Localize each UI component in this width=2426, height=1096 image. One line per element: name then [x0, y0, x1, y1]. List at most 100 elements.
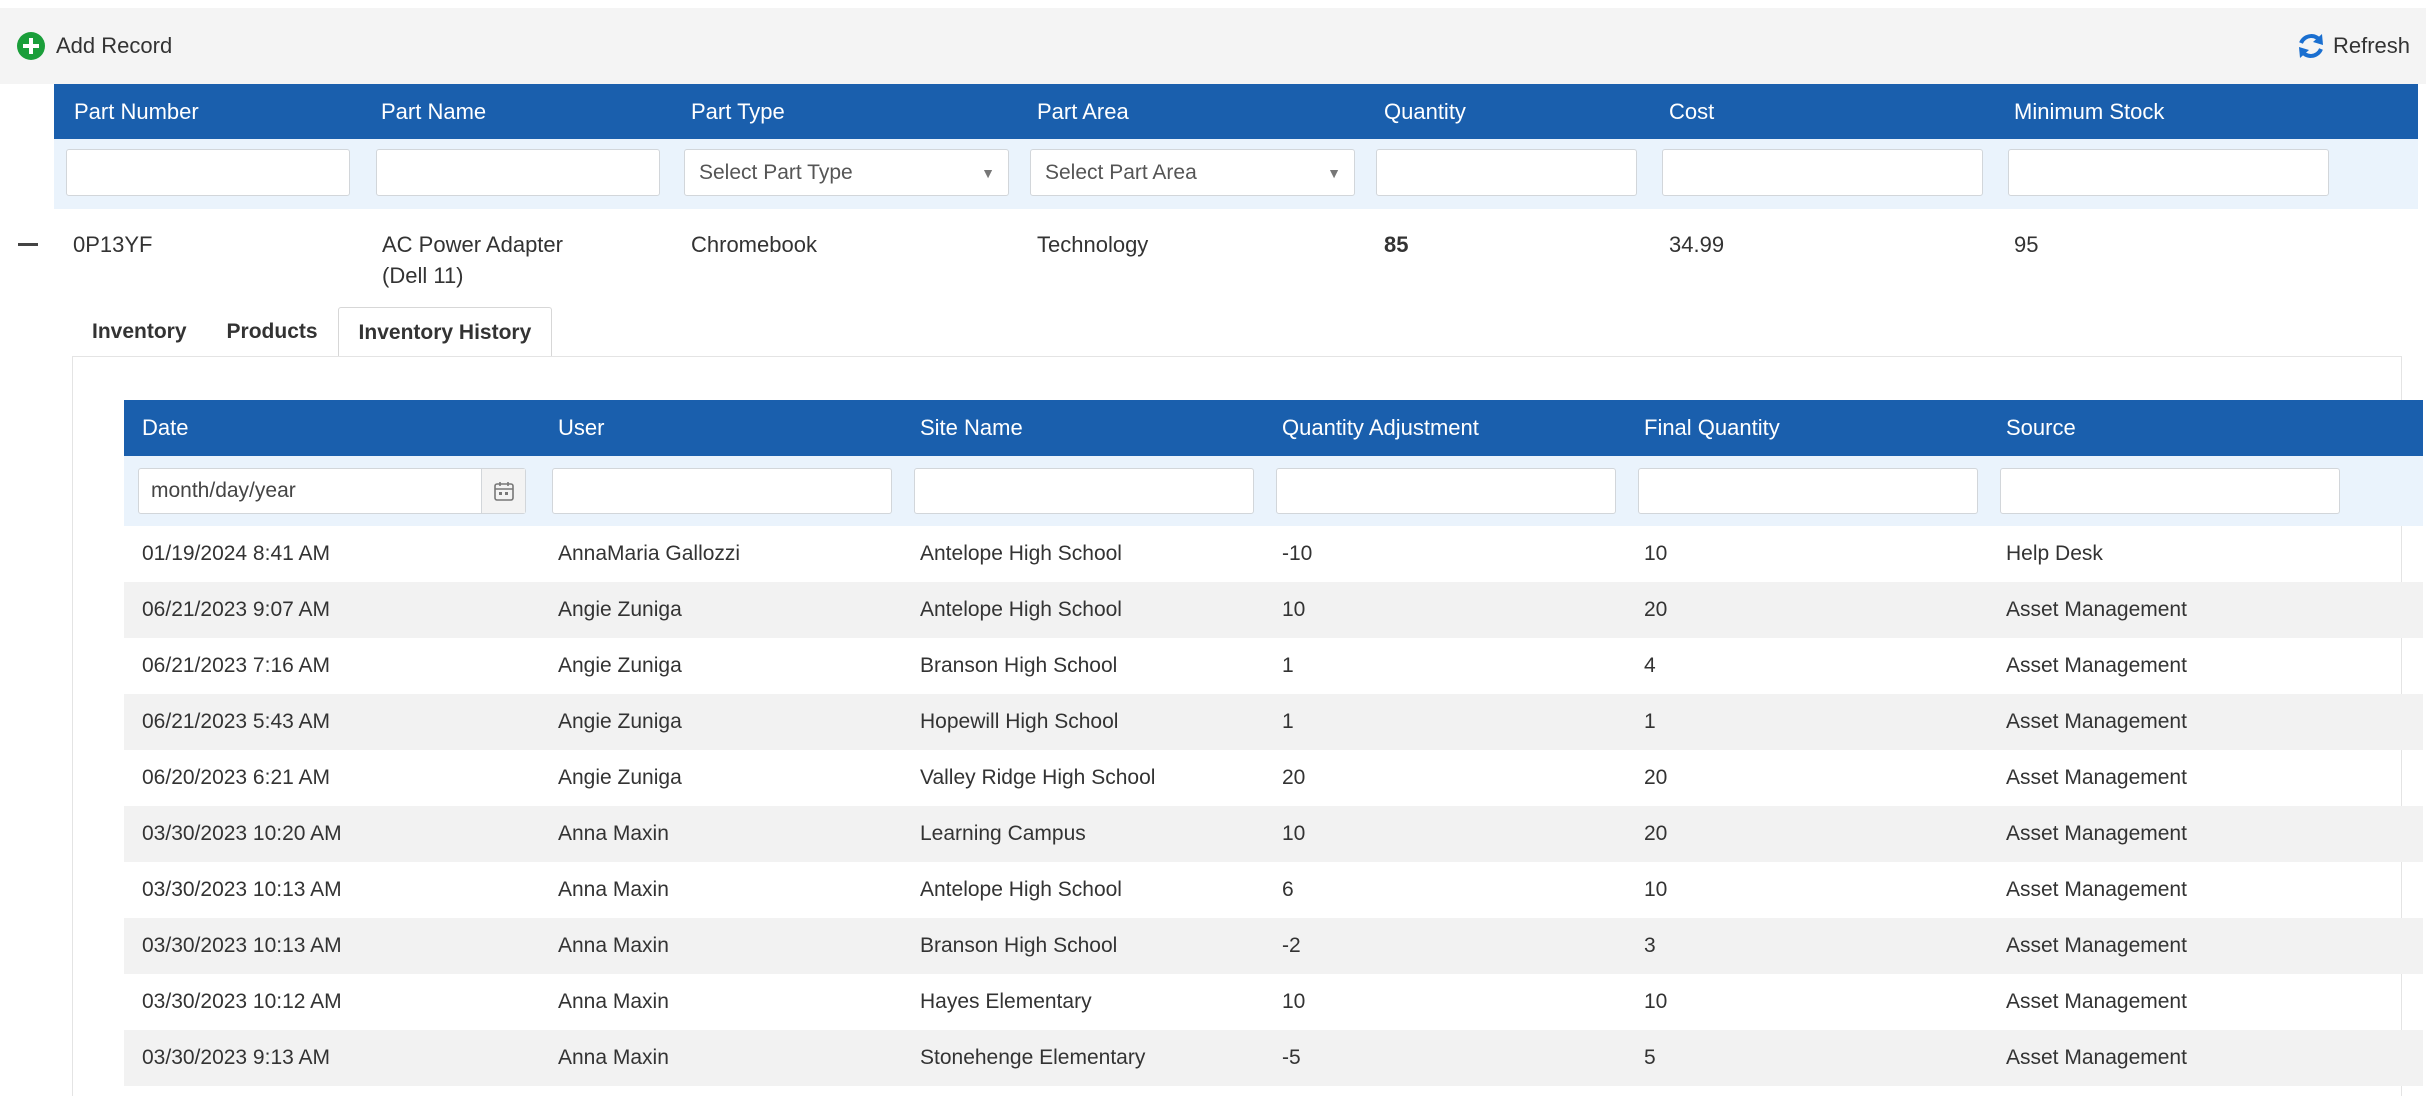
quantity-adjustment-filter[interactable] — [1276, 468, 1616, 514]
cost-filter[interactable] — [1662, 149, 1983, 196]
part-area-select[interactable]: Select Part Area ▼ — [1030, 149, 1355, 196]
parts-grid-header: Part Number Part Name Part Type Part Are… — [54, 84, 2418, 139]
final-quantity-cell: 20 — [1644, 766, 1668, 789]
site-name-cell: Branson High School — [920, 934, 1118, 957]
refresh-icon — [2295, 30, 2327, 62]
add-record-button[interactable]: Add Record — [16, 30, 172, 62]
source-cell: Asset Management — [2006, 822, 2187, 845]
final-quantity-cell: 10 — [1644, 542, 1668, 565]
table-row[interactable]: 06/21/2023 7:16 AM Angie Zuniga Branson Hi… — [124, 638, 2423, 694]
source-cell: Asset Management — [2006, 766, 2187, 789]
table-row[interactable]: 06/21/2023 5:43 AM Angie Zuniga Hopewill H… — [124, 694, 2423, 750]
quantity-adjustment-cell: 1 — [1282, 710, 1294, 733]
source-cell: Asset Management — [2006, 598, 2187, 621]
column-header-site-name[interactable]: Site Name — [920, 400, 1023, 456]
calendar-icon[interactable] — [481, 469, 525, 513]
column-header-user[interactable]: User — [558, 400, 604, 456]
date-cell: 06/21/2023 5:43 AM — [142, 710, 330, 733]
site-name-filter[interactable] — [914, 468, 1254, 514]
date-cell: 06/21/2023 9:07 AM — [142, 598, 330, 621]
minimum-stock-filter[interactable] — [2008, 149, 2329, 196]
site-name-cell: Branson High School — [920, 654, 1118, 677]
part-name-line2: (Dell 11) — [382, 263, 464, 288]
quantity-adjustment-cell: 20 — [1282, 766, 1306, 789]
date-cell: 01/19/2024 8:41 AM — [142, 542, 330, 565]
part-type-select-value: Select Part Type — [699, 160, 853, 184]
column-header-minimum-stock[interactable]: Minimum Stock — [2014, 84, 2164, 139]
user-cell: Anna Maxin — [558, 934, 669, 957]
refresh-button[interactable]: Refresh — [2295, 30, 2410, 62]
user-cell: Angie Zuniga — [558, 654, 682, 677]
table-row[interactable]: 03/30/2023 10:12 AM Anna Maxin Hayes Eleme… — [124, 974, 2423, 1030]
column-header-part-name[interactable]: Part Name — [381, 84, 486, 139]
table-row[interactable]: 01/19/2024 8:41 AM AnnaMaria Gallozzi Ante… — [124, 526, 2423, 582]
date-cell: 06/20/2023 6:21 AM — [142, 766, 330, 789]
source-filter[interactable] — [2000, 468, 2340, 514]
table-row[interactable]: 03/30/2023 9:13 AM Anna Maxin Stonehenge E… — [124, 1030, 2423, 1086]
site-name-cell: Stonehenge Elementary — [920, 1046, 1146, 1069]
plus-circle-icon — [16, 31, 46, 61]
user-cell: Angie Zuniga — [558, 598, 682, 621]
column-header-quantity[interactable]: Quantity — [1384, 84, 1466, 139]
detail-area: Inventory Products Inventory History Dat… — [72, 307, 2423, 1096]
date-cell: 03/30/2023 10:13 AM — [142, 878, 342, 901]
column-header-source[interactable]: Source — [2006, 400, 2076, 456]
table-row[interactable]: 03/30/2023 10:13 AM Anna Maxin Branson Hig… — [124, 918, 2423, 974]
source-cell: Help Desk — [2006, 542, 2103, 565]
user-cell: AnnaMaria Gallozzi — [558, 542, 741, 565]
tab-products[interactable]: Products — [207, 307, 338, 357]
table-row[interactable]: 03/30/2023 10:13 AM Anna Maxin Antelope Hi… — [124, 862, 2423, 918]
final-quantity-filter[interactable] — [1638, 468, 1978, 514]
final-quantity-cell: 10 — [1644, 990, 1668, 1013]
quantity-adjustment-cell: -2 — [1282, 934, 1301, 957]
user-filter[interactable] — [552, 468, 892, 514]
user-cell: Angie Zuniga — [558, 766, 682, 789]
table-row[interactable]: 03/30/2023 10:20 AM Anna Maxin Learning Ca… — [124, 806, 2423, 862]
quantity-adjustment-cell: -5 — [1282, 1046, 1301, 1069]
add-record-label: Add Record — [56, 33, 173, 58]
chevron-down-icon: ▼ — [981, 164, 995, 181]
parts-filter-row: Select Part Type ▼ Select Part Area ▼ — [54, 139, 2418, 209]
table-row[interactable]: 06/21/2023 9:07 AM Angie Zuniga Antelope H… — [124, 582, 2423, 638]
part-number-cell: 0P13YF — [73, 232, 153, 257]
history-filter-row: month/day/year — [124, 456, 2423, 526]
date-cell: 03/30/2023 10:20 AM — [142, 822, 342, 845]
tab-inventory-history[interactable]: Inventory History — [337, 307, 553, 357]
source-cell: Asset Management — [2006, 1046, 2187, 1069]
collapse-icon[interactable] — [18, 243, 38, 246]
column-header-part-type[interactable]: Part Type — [691, 84, 785, 139]
date-cell: 03/30/2023 9:13 AM — [142, 1046, 330, 1069]
table-row[interactable]: 06/20/2023 6:21 AM Angie Zuniga Valley Rid… — [124, 750, 2423, 806]
cost-cell: 34.99 — [1669, 232, 1725, 257]
part-name-filter[interactable] — [376, 149, 660, 196]
final-quantity-cell: 1 — [1644, 710, 1656, 733]
column-header-cost[interactable]: Cost — [1669, 84, 1714, 139]
part-row[interactable]: 0P13YF AC Power Adapter (Dell 11) Chrome… — [0, 209, 2426, 299]
part-type-cell: Chromebook — [691, 232, 817, 257]
quantity-filter[interactable] — [1376, 149, 1637, 196]
column-header-date[interactable]: Date — [142, 400, 188, 456]
detail-tabs: Inventory Products Inventory History — [72, 307, 553, 357]
column-header-quantity-adjustment[interactable]: Quantity Adjustment — [1282, 400, 1479, 456]
quantity-adjustment-cell: 1 — [1282, 654, 1294, 677]
date-filter[interactable]: month/day/year — [138, 468, 526, 514]
part-type-select[interactable]: Select Part Type ▼ — [684, 149, 1009, 196]
final-quantity-cell: 5 — [1644, 1046, 1656, 1069]
final-quantity-cell: 20 — [1644, 598, 1668, 621]
part-name-cell: AC Power Adapter (Dell 11) — [382, 229, 563, 291]
source-cell: Asset Management — [2006, 878, 2187, 901]
user-cell: Anna Maxin — [558, 878, 669, 901]
site-name-cell: Hayes Elementary — [920, 990, 1092, 1013]
column-header-part-number[interactable]: Part Number — [74, 84, 199, 139]
column-header-final-quantity[interactable]: Final Quantity — [1644, 400, 1780, 456]
source-cell: Asset Management — [2006, 654, 2187, 677]
refresh-label: Refresh — [2332, 33, 2410, 58]
quantity-adjustment-cell: -10 — [1282, 542, 1313, 565]
column-header-part-area[interactable]: Part Area — [1037, 84, 1129, 139]
quantity-adjustment-cell: 10 — [1282, 598, 1306, 621]
site-name-cell: Valley Ridge High School — [920, 766, 1156, 789]
tab-inventory[interactable]: Inventory — [72, 307, 207, 357]
quantity-adjustment-cell: 10 — [1282, 990, 1306, 1013]
final-quantity-cell: 3 — [1644, 934, 1656, 957]
part-number-filter[interactable] — [66, 149, 350, 196]
